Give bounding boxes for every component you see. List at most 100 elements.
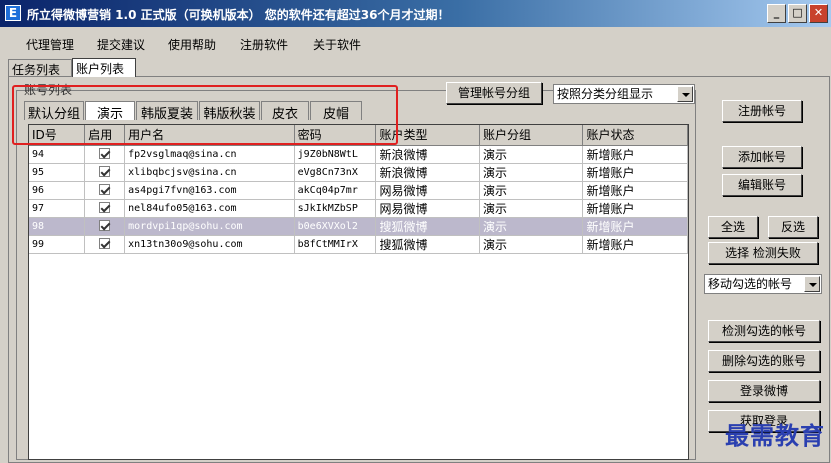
table-row[interactable]: 94 fp2vsglmaq@sina.cn j9Z0bN8WtL 新浪微博 演示… <box>29 145 688 164</box>
watermark-logo: 最需教育 <box>725 421 825 450</box>
menu-help[interactable]: 使用帮助 <box>168 36 216 53</box>
cell-status: 新增账户 <box>582 217 688 236</box>
cell-id: 99 <box>29 235 86 254</box>
table-row[interactable]: 95 xlibqbcjsv@sina.cn eVg8Cn73nX 新浪微博 演示… <box>29 163 688 182</box>
menu-proxy-management[interactable]: 代理管理 <box>26 36 74 53</box>
edit-account-button[interactable]: 编辑账号 <box>722 174 802 196</box>
col-account-group[interactable]: 账户分组 <box>479 125 584 146</box>
tab-default-group[interactable]: 默认分组 <box>24 101 84 122</box>
maximize-button[interactable]: □ <box>788 4 807 23</box>
cell-id: 95 <box>29 163 86 182</box>
close-button[interactable]: ✕ <box>809 4 828 23</box>
register-account-button[interactable]: 注册帐号 <box>722 100 802 122</box>
cell-type: 网易微博 <box>375 181 480 200</box>
enabled-checkbox[interactable] <box>99 220 111 232</box>
manage-group-button[interactable]: 管理帐号分组 <box>446 82 542 104</box>
menu-register[interactable]: 注册软件 <box>240 36 288 53</box>
col-id[interactable]: ID号 <box>29 125 86 146</box>
delete-selected-button[interactable]: 删除勾选的账号 <box>708 350 820 372</box>
tab-leather-hat[interactable]: 皮帽 <box>310 101 362 122</box>
table-row[interactable]: 99 xn13tn30o9@sohu.com b8fCtMMIrX 搜狐微博 演… <box>29 235 688 254</box>
minimize-button[interactable]: _ <box>767 4 786 23</box>
cell-enabled[interactable] <box>84 199 126 218</box>
check-selected-button[interactable]: 检测勾选的帐号 <box>708 320 820 342</box>
cell-id: 94 <box>29 145 86 164</box>
col-enabled[interactable]: 启用 <box>84 125 126 146</box>
display-mode-select[interactable]: 按照分类分组显示 <box>553 84 695 104</box>
table-header-row: ID号 启用 用户名 密码 账户类型 账户分组 账户状态 <box>29 125 688 146</box>
select-all-button[interactable]: 全选 <box>708 216 758 238</box>
cell-type: 搜狐微博 <box>375 217 480 236</box>
chevron-down-icon[interactable] <box>804 276 820 292</box>
table-row[interactable]: 97 nel84ufo05@163.com sJkIkMZbSP 网易微博 演示… <box>29 199 688 218</box>
enabled-checkbox[interactable] <box>99 184 111 196</box>
tab-korean-autumn[interactable]: 韩版秋装 <box>199 101 260 122</box>
cell-type: 新浪微博 <box>375 163 480 182</box>
cell-status: 新增账户 <box>582 145 688 164</box>
select-failed-button[interactable]: 选择 检测失败 <box>708 242 818 264</box>
cell-username: xlibqbcjsv@sina.cn <box>124 163 295 182</box>
move-checked-select[interactable]: 移动勾选的帐号 <box>704 274 822 294</box>
display-mode-value: 按照分类分组显示 <box>557 87 654 101</box>
cell-enabled[interactable] <box>84 217 126 236</box>
menu-bar: 代理管理 提交建议 使用帮助 注册软件 关于软件 <box>0 27 831 57</box>
enabled-checkbox[interactable] <box>99 202 111 214</box>
window-title: 所立得微博营销 1.0 正式版（可换机版本） 您的软件还有超过36个月才过期！ <box>27 8 450 22</box>
tab-leather-jacket[interactable]: 皮衣 <box>261 101 309 122</box>
cell-status: 新增账户 <box>582 163 688 182</box>
enabled-checkbox[interactable] <box>99 238 111 250</box>
table-row[interactable]: 96 as4pgi7fvn@163.com akCq04p7mr 网易微博 演示… <box>29 181 688 200</box>
invert-selection-button[interactable]: 反选 <box>768 216 818 238</box>
login-weibo-button[interactable]: 登录微博 <box>708 380 820 402</box>
enabled-checkbox[interactable] <box>99 148 111 160</box>
cell-group: 演示 <box>479 217 584 236</box>
add-account-button[interactable]: 添加帐号 <box>722 146 802 168</box>
title-bar: E 所立得微博营销 1.0 正式版（可换机版本） 您的软件还有超过36个月才过期… <box>0 0 831 27</box>
col-password[interactable]: 密码 <box>294 125 377 146</box>
table-row-selected[interactable]: 98 mordvpi1qp@sohu.com b0e6XVXol2 搜狐微博 演… <box>29 217 688 236</box>
cell-enabled[interactable] <box>84 235 126 254</box>
cell-enabled[interactable] <box>84 145 126 164</box>
cell-type: 搜狐微博 <box>375 235 480 254</box>
cell-username: nel84ufo05@163.com <box>124 199 295 218</box>
col-account-type[interactable]: 账户类型 <box>375 125 480 146</box>
col-username[interactable]: 用户名 <box>124 125 295 146</box>
cell-username: fp2vsglmaq@sina.cn <box>124 145 295 164</box>
accounts-table[interactable]: ID号 启用 用户名 密码 账户类型 账户分组 账户状态 94 fp2vsglm… <box>28 124 689 460</box>
cell-type: 新浪微博 <box>375 145 480 164</box>
menu-submit-suggestion[interactable]: 提交建议 <box>97 36 145 53</box>
enabled-checkbox[interactable] <box>99 166 111 178</box>
cell-username: mordvpi1qp@sohu.com <box>124 217 295 236</box>
tab-account-list[interactable]: 账户列表 <box>72 58 136 77</box>
menu-about[interactable]: 关于软件 <box>313 36 361 53</box>
cell-id: 97 <box>29 199 86 218</box>
cell-id: 96 <box>29 181 86 200</box>
app-icon: E <box>5 5 21 21</box>
cell-password: b8fCtMMIrX <box>294 235 377 254</box>
cell-group: 演示 <box>479 145 584 164</box>
cell-password: j9Z0bN8WtL <box>294 145 377 164</box>
cell-status: 新增账户 <box>582 199 688 218</box>
cell-status: 新增账户 <box>582 235 688 254</box>
cell-group: 演示 <box>479 163 584 182</box>
cell-password: b0e6XVXol2 <box>294 217 377 236</box>
tab-task-list[interactable]: 任务列表 <box>8 59 72 77</box>
cell-group: 演示 <box>479 199 584 218</box>
account-group-title: 账号列表 <box>24 83 73 97</box>
cell-password: sJkIkMZbSP <box>294 199 377 218</box>
cell-group: 演示 <box>479 181 584 200</box>
cell-password: eVg8Cn73nX <box>294 163 377 182</box>
cell-enabled[interactable] <box>84 163 126 182</box>
cell-status: 新增账户 <box>582 181 688 200</box>
cell-group: 演示 <box>479 235 584 254</box>
cell-id: 98 <box>29 217 86 236</box>
chevron-down-icon[interactable] <box>677 86 693 102</box>
cell-enabled[interactable] <box>84 181 126 200</box>
cell-password: akCq04p7mr <box>294 181 377 200</box>
move-checked-value: 移动勾选的帐号 <box>708 277 793 291</box>
cell-username: xn13tn30o9@sohu.com <box>124 235 295 254</box>
tab-demo[interactable]: 演示 <box>85 101 135 122</box>
col-account-status[interactable]: 账户状态 <box>582 125 688 146</box>
tab-korean-summer[interactable]: 韩版夏装 <box>136 101 198 122</box>
cell-type: 网易微博 <box>375 199 480 218</box>
